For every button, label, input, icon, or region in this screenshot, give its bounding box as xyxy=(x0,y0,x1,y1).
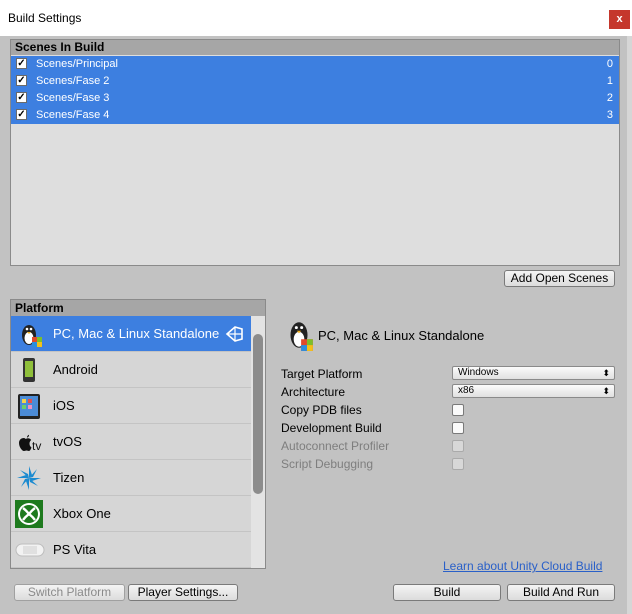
scene-checkbox[interactable]: ✓ xyxy=(16,58,27,69)
dropdown-value: Windows xyxy=(458,367,499,378)
title-bar: Build Settings x xyxy=(0,0,632,36)
build-button[interactable]: Build xyxy=(393,584,501,601)
development-build-label: Development Build xyxy=(281,421,382,435)
scene-name: Scenes/Fase 2 xyxy=(36,75,110,87)
platform-header: Platform xyxy=(11,300,265,316)
architecture-label: Architecture xyxy=(281,385,346,399)
scene-index: 2 xyxy=(606,92,613,104)
scene-checkbox[interactable]: ✓ xyxy=(16,92,27,103)
scene-name: Scenes/Fase 4 xyxy=(36,109,110,121)
target-platform-label: Target Platform xyxy=(281,367,363,381)
switch-platform-button[interactable]: Switch Platform xyxy=(14,584,125,601)
cloud-build-link[interactable]: Learn about Unity Cloud Build xyxy=(443,559,602,573)
window-title: Build Settings xyxy=(8,11,82,25)
scenes-header: Scenes In Build xyxy=(11,40,619,55)
scene-row[interactable]: ✓ Scenes/Principal 0 xyxy=(11,56,619,73)
platform-label: Android xyxy=(53,362,98,377)
ipad-icon xyxy=(15,392,43,420)
platform-scrollbar[interactable] xyxy=(251,316,265,568)
platform-item-tvos[interactable]: tv tvOS xyxy=(11,424,251,460)
platform-item-android[interactable]: Android xyxy=(11,352,251,388)
platform-panel: Platform PC, Mac & Linux Standalone Andr… xyxy=(10,299,266,569)
scene-index: 3 xyxy=(606,109,613,121)
window-edge xyxy=(627,36,632,614)
linux-penguin-icon xyxy=(15,320,43,348)
copy-pdb-label: Copy PDB files xyxy=(281,403,362,417)
platform-item-xbox-one[interactable]: Xbox One xyxy=(11,496,251,532)
dropdown-arrow-icon: ⬍ xyxy=(602,386,610,396)
autoconnect-profiler-checkbox xyxy=(452,440,464,452)
platform-item-ps-vita[interactable]: PS Vita xyxy=(11,532,251,568)
platform-label: PC, Mac & Linux Standalone xyxy=(53,326,220,341)
scene-row[interactable]: ✓ Scenes/Fase 2 1 xyxy=(11,73,619,90)
architecture-dropdown[interactable]: x86 ⬍ xyxy=(452,384,615,398)
linux-penguin-icon xyxy=(284,318,314,355)
platform-label: PS Vita xyxy=(53,542,97,557)
scenes-in-build-panel: Scenes In Build ✓ Scenes/Principal 0 ✓ S… xyxy=(10,39,620,266)
player-settings-button[interactable]: Player Settings... xyxy=(128,584,238,601)
autoconnect-profiler-label: Autoconnect Profiler xyxy=(281,439,390,453)
scrollbar-thumb[interactable] xyxy=(253,334,263,494)
platform-label: tvOS xyxy=(53,434,82,449)
scene-checkbox[interactable]: ✓ xyxy=(16,75,27,86)
build-and-run-button[interactable]: Build And Run xyxy=(507,584,615,601)
svg-text:tv: tv xyxy=(32,439,41,453)
selected-platform-title: PC, Mac & Linux Standalone xyxy=(318,328,485,343)
scene-checkbox[interactable]: ✓ xyxy=(16,109,27,120)
platform-label: Xbox One xyxy=(53,506,111,521)
android-phone-icon xyxy=(15,356,43,384)
platform-label: iOS xyxy=(53,398,75,413)
scene-row[interactable]: ✓ Scenes/Fase 3 2 xyxy=(11,90,619,107)
platform-item-standalone[interactable]: PC, Mac & Linux Standalone xyxy=(11,316,251,352)
add-open-scenes-button[interactable]: Add Open Scenes xyxy=(504,270,615,287)
xbox-icon xyxy=(15,500,43,528)
scene-name: Scenes/Principal xyxy=(36,58,118,70)
target-platform-dropdown[interactable]: Windows ⬍ xyxy=(452,366,615,380)
copy-pdb-checkbox[interactable] xyxy=(452,404,464,416)
scene-row[interactable]: ✓ Scenes/Fase 4 3 xyxy=(11,107,619,124)
scene-index: 0 xyxy=(606,58,613,70)
dropdown-arrow-icon: ⬍ xyxy=(602,368,610,378)
script-debugging-checkbox xyxy=(452,458,464,470)
close-button[interactable]: x xyxy=(609,10,630,29)
development-build-checkbox[interactable] xyxy=(452,422,464,434)
unity-logo-icon xyxy=(225,326,243,345)
scene-index: 1 xyxy=(606,75,613,87)
platform-item-tizen[interactable]: Tizen xyxy=(11,460,251,496)
tizen-icon xyxy=(15,464,43,492)
script-debugging-label: Script Debugging xyxy=(281,457,374,471)
ps-vita-icon xyxy=(15,536,45,564)
dropdown-value: x86 xyxy=(458,385,475,396)
scene-name: Scenes/Fase 3 xyxy=(36,92,110,104)
platform-item-ios[interactable]: iOS xyxy=(11,388,251,424)
apple-tv-icon: tv xyxy=(15,428,43,456)
platform-label: Tizen xyxy=(53,470,85,485)
